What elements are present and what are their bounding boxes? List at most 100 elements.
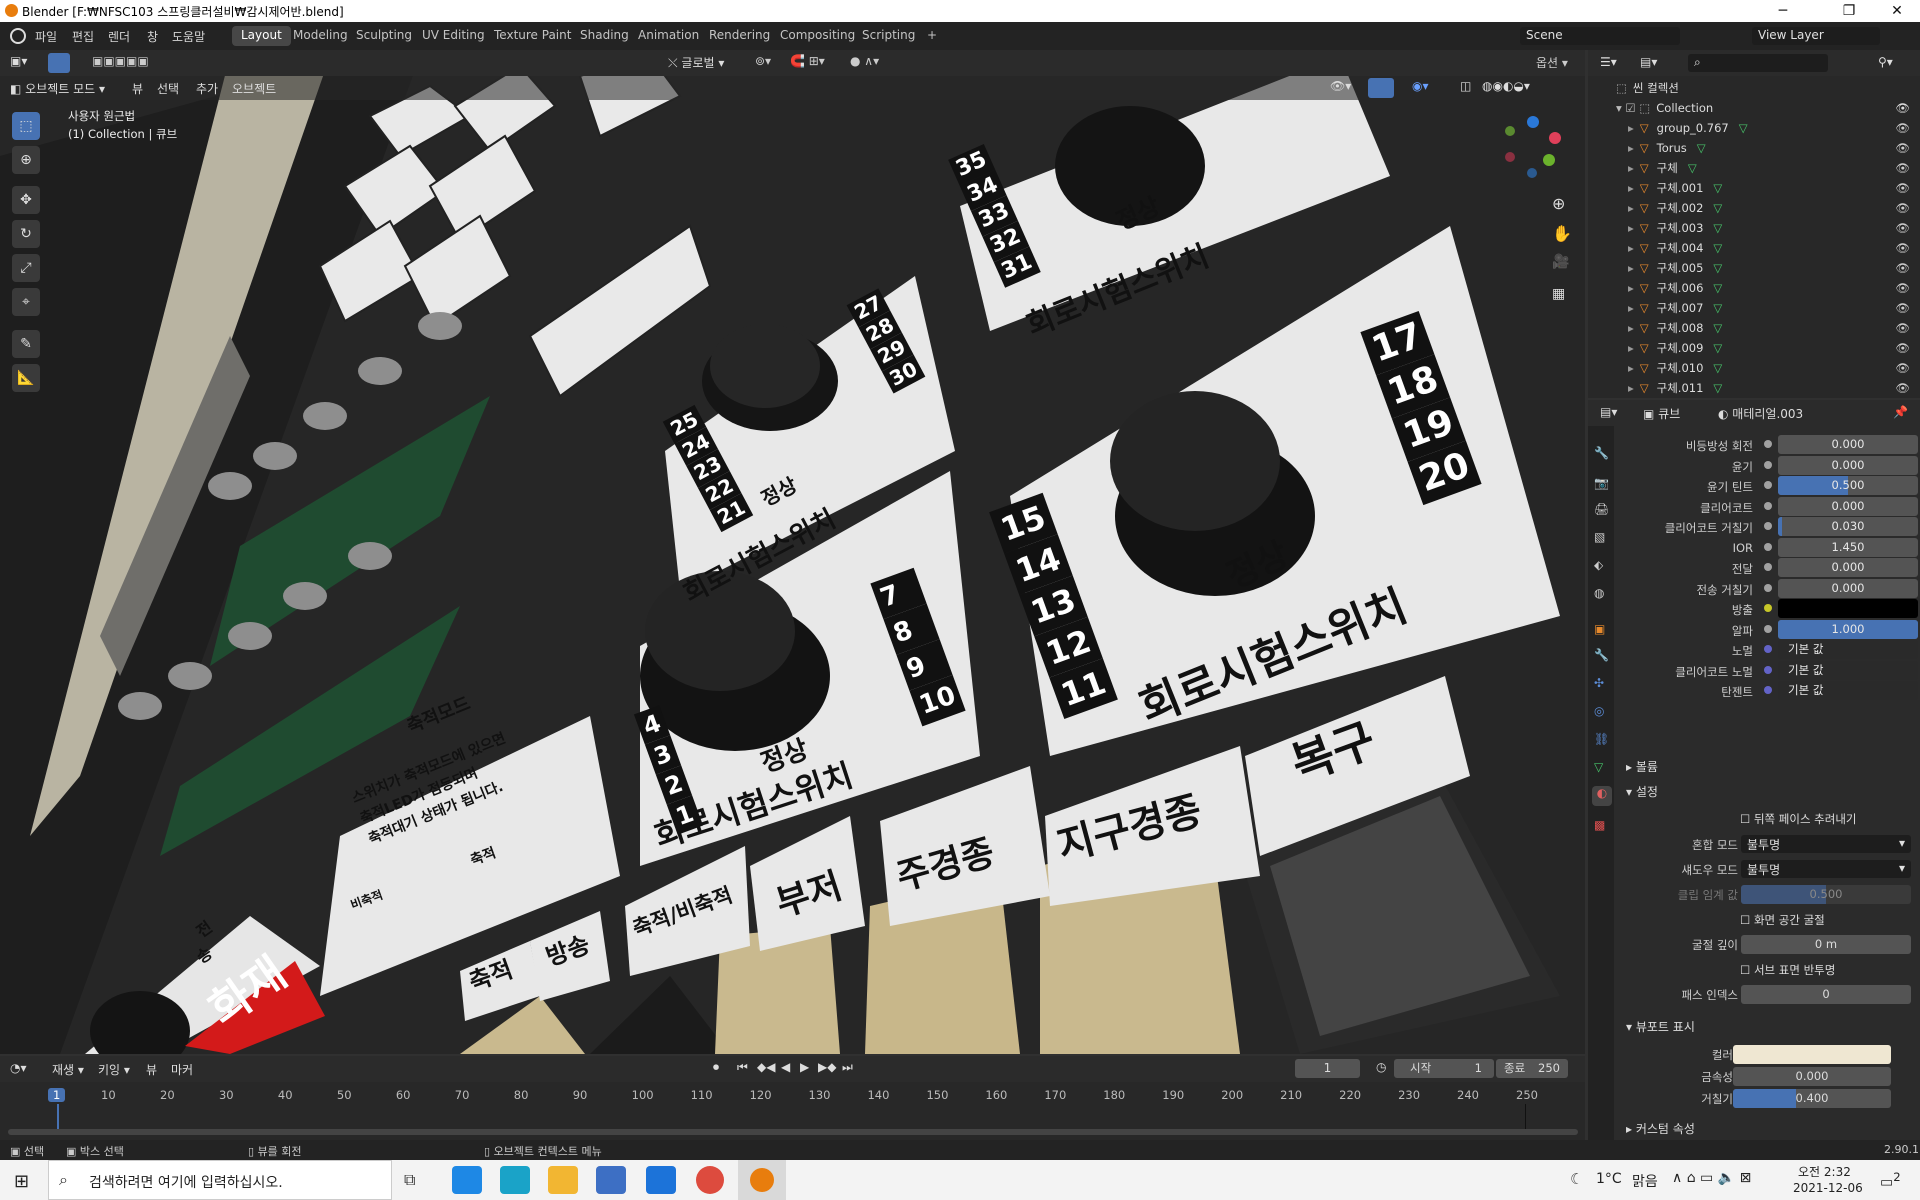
- chrome-icon[interactable]: [696, 1166, 724, 1194]
- shadow-mode-select[interactable]: 불투명 ▾: [1741, 860, 1911, 878]
- property-value-field[interactable]: 기본 값: [1778, 681, 1918, 700]
- blend-mode-select[interactable]: 불투명 ▾: [1741, 835, 1911, 853]
- roughness-slider[interactable]: 0.400: [1733, 1089, 1891, 1108]
- menu-help[interactable]: 도움말: [172, 28, 205, 45]
- play-icon[interactable]: ▶: [800, 1060, 809, 1074]
- outliner-item[interactable]: ▸ ▽ 구체.011 ▽ 👁: [1588, 378, 1920, 398]
- outliner-item[interactable]: ▸ ▽ 구체.001 ▽ 👁: [1588, 178, 1920, 198]
- view-layer-selector[interactable]: View Layer: [1752, 27, 1880, 45]
- outliner-item[interactable]: ▸ ▽ 구체.004 ▽ 👁: [1588, 238, 1920, 258]
- end-frame-field[interactable]: 종료 250: [1496, 1059, 1568, 1078]
- grid-icon[interactable]: ▦: [1552, 286, 1565, 302]
- pin-icon[interactable]: 📌: [1893, 405, 1908, 419]
- property-value-field[interactable]: 0.000: [1778, 496, 1918, 516]
- eye-icon[interactable]: 👁: [1895, 241, 1910, 255]
- transform-orientation[interactable]: ⤬ 글로벌 ▾: [668, 54, 724, 71]
- taskbar-search-input[interactable]: ⌕ 검색하려면 여기에 입력하십시오.: [48, 1160, 392, 1200]
- screen-refraction-checkbox[interactable]: ☐ 화면 공간 굴절: [1740, 912, 1825, 928]
- windows-start-icon[interactable]: ⊞: [14, 1171, 29, 1192]
- blender-taskbar-button[interactable]: [738, 1160, 786, 1200]
- material-tab-icon[interactable]: ◐: [1592, 786, 1612, 806]
- outliner-item[interactable]: ▸ ▽ group_0.767 ▽ 👁: [1588, 118, 1920, 138]
- tab-rendering[interactable]: Rendering: [700, 26, 779, 46]
- outliner-item[interactable]: ▸ ▽ 구체.007 ▽ 👁: [1588, 298, 1920, 318]
- socket-dot-icon[interactable]: [1764, 440, 1772, 448]
- eye-icon[interactable]: 👁: [1895, 321, 1910, 335]
- outliner-search-input[interactable]: ⌕: [1688, 54, 1828, 72]
- playhead[interactable]: 1: [48, 1088, 66, 1102]
- gizmo-toggle-icon[interactable]: [1368, 78, 1394, 98]
- property-value-field[interactable]: 1.450: [1778, 537, 1918, 557]
- object-mode-selector[interactable]: ◧ 오브젝트 모드 ▾: [10, 80, 105, 97]
- next-keyframe-icon[interactable]: ▶◆: [818, 1060, 836, 1074]
- scale-tool-icon[interactable]: ⤢: [12, 254, 40, 282]
- select-mode-icon[interactable]: [48, 53, 70, 73]
- marker-menu[interactable]: 마커: [171, 1061, 193, 1078]
- socket-dot-icon[interactable]: [1764, 481, 1772, 489]
- cursor-tool-icon[interactable]: ⊕: [12, 146, 40, 174]
- eye-icon[interactable]: 👁: [1895, 261, 1910, 275]
- render-tab-icon[interactable]: 📷: [1594, 476, 1609, 490]
- move-tool-icon[interactable]: ✥: [12, 186, 40, 214]
- refraction-depth-field[interactable]: 0 m: [1741, 935, 1911, 954]
- tab-modeling[interactable]: Modeling: [284, 26, 357, 46]
- eye-icon[interactable]: 👁: [1895, 201, 1910, 215]
- socket-dot-icon[interactable]: [1764, 501, 1772, 510]
- options-menu[interactable]: 옵션 ▾: [1536, 54, 1568, 71]
- timeline-view-menu[interactable]: 뷰: [146, 1061, 157, 1078]
- timeline-scrollbar[interactable]: [8, 1129, 1578, 1135]
- modifier-tab-icon[interactable]: 🔧: [1594, 648, 1609, 662]
- outliner-collection[interactable]: ▾ ☑ ⬚ Collection 👁: [1588, 98, 1920, 118]
- tab-sculpting[interactable]: Sculpting: [347, 26, 421, 46]
- tab-shading[interactable]: Shading: [571, 26, 638, 46]
- eye-icon[interactable]: 👁: [1895, 301, 1910, 315]
- outliner-root[interactable]: ⬚ 씬 컬렉션: [1588, 78, 1920, 98]
- menu-object[interactable]: 오브젝트: [232, 80, 276, 97]
- store-icon[interactable]: [596, 1166, 626, 1194]
- notification-icon[interactable]: ▭2: [1880, 1170, 1901, 1191]
- filter-icon[interactable]: ⚲▾: [1878, 55, 1893, 69]
- eye-icon[interactable]: 👁: [1895, 281, 1910, 295]
- view-layer-tab-icon[interactable]: ▧: [1594, 530, 1605, 544]
- property-value-field[interactable]: 0.000: [1778, 578, 1918, 598]
- eye-icon[interactable]: 👁: [1895, 181, 1910, 195]
- property-value-field[interactable]: 0.000: [1778, 558, 1918, 577]
- property-value-field[interactable]: 0.000: [1778, 435, 1918, 454]
- socket-dot-icon[interactable]: [1764, 542, 1772, 551]
- subsurface-translucency-checkbox[interactable]: ☐ 서브 표면 반투명: [1740, 962, 1835, 978]
- property-value-field[interactable]: 0.000: [1778, 455, 1918, 475]
- eye-icon[interactable]: 👁: [1895, 161, 1910, 175]
- outliner-item[interactable]: ▸ ▽ 구체.005 ▽ 👁: [1588, 258, 1920, 278]
- physics-tab-icon[interactable]: ◎: [1594, 704, 1604, 718]
- eye-icon[interactable]: 👁: [1895, 341, 1910, 355]
- properties-editor-icon[interactable]: ▤▾: [1600, 405, 1617, 419]
- eye-icon[interactable]: 👁: [1895, 221, 1910, 235]
- socket-dot-icon[interactable]: [1764, 645, 1772, 653]
- outliner-editor-icon[interactable]: ☰▾: [1600, 55, 1617, 69]
- outliner-item[interactable]: ▸ ▽ 구체.009 ▽ 👁: [1588, 338, 1920, 358]
- tab-layout[interactable]: Layout: [232, 26, 291, 46]
- property-value-field[interactable]: 1.000: [1778, 619, 1918, 639]
- measure-tool-icon[interactable]: 📐: [12, 364, 40, 392]
- xray-icon[interactable]: ◫: [1460, 79, 1471, 93]
- data-tab-icon[interactable]: ▽: [1594, 760, 1603, 774]
- constraints-tab-icon[interactable]: ⛓: [1594, 732, 1609, 746]
- section-viewport-display[interactable]: ▾ 뷰포트 표시: [1626, 1018, 1695, 1035]
- socket-dot-icon[interactable]: [1764, 563, 1772, 571]
- outliner-item[interactable]: ▸ ▽ 구체.008 ▽ 👁: [1588, 318, 1920, 338]
- editor-type-icon[interactable]: ▣▾: [10, 54, 27, 68]
- menu-select[interactable]: 선택: [157, 80, 179, 97]
- world-tab-icon[interactable]: ◍: [1594, 586, 1604, 600]
- visibility-icon[interactable]: 👁▾: [1330, 79, 1351, 93]
- section-custom-props[interactable]: ▸ 커스텀 속성: [1626, 1120, 1695, 1137]
- pass-index-field[interactable]: 0: [1741, 985, 1911, 1004]
- backface-culling-checkbox[interactable]: ☐ 뒤쪽 페이스 추려내기: [1740, 811, 1857, 827]
- playback-menu[interactable]: 재생 ▾: [52, 1061, 84, 1078]
- output-tab-icon[interactable]: 🖨: [1594, 502, 1609, 516]
- eye-icon[interactable]: 👁: [1895, 381, 1910, 395]
- file-explorer-icon[interactable]: [548, 1166, 578, 1194]
- property-value-field[interactable]: 기본 값: [1778, 640, 1918, 659]
- object-tab-icon[interactable]: ▣: [1594, 622, 1605, 636]
- outliner-item[interactable]: ▸ ▽ 구체.003 ▽ 👁: [1588, 218, 1920, 238]
- menu-view[interactable]: 뷰: [132, 80, 143, 97]
